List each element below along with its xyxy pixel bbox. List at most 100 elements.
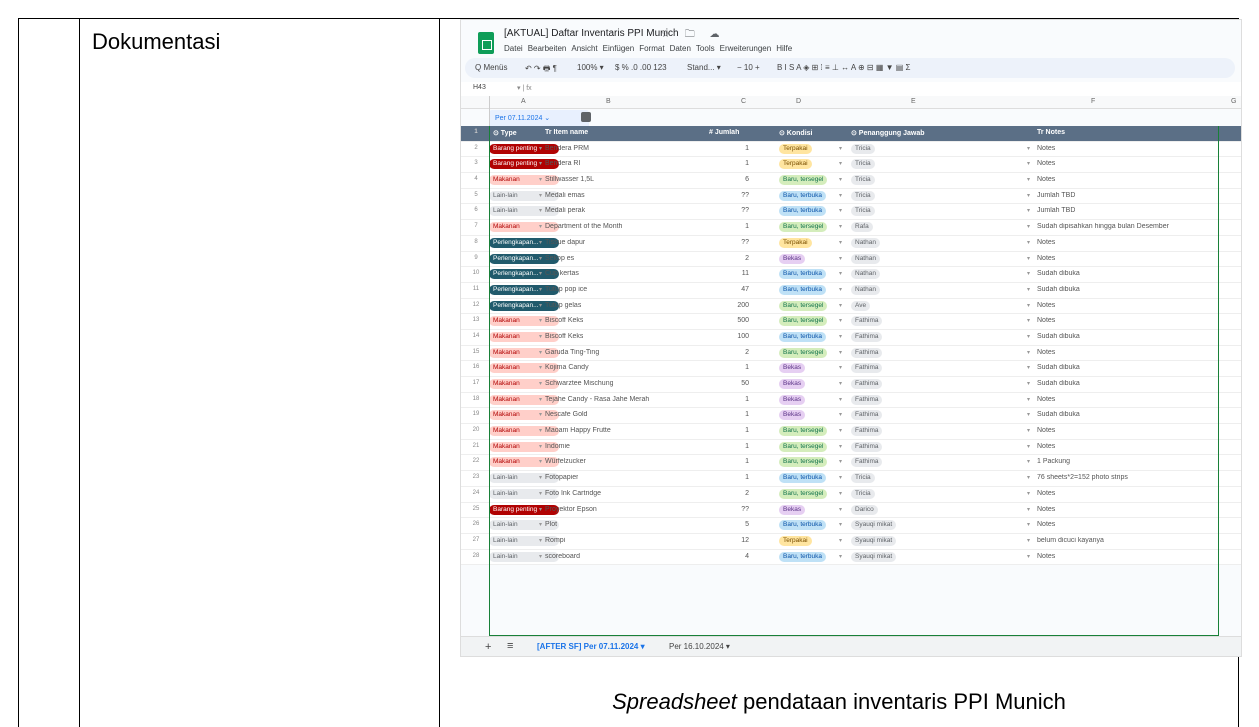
dropdown-arrow-icon: ▾ <box>1027 553 1031 560</box>
dropdown-arrow-icon: ▾ <box>839 506 843 513</box>
dropdown-arrow-icon: ▾ <box>1027 459 1031 466</box>
dropdown-arrow-icon: ▾ <box>839 428 843 435</box>
dropdown-arrow-icon: ▾ <box>839 208 843 215</box>
row-number: 21 <box>472 442 480 449</box>
pj-chip: Fathima <box>851 394 883 405</box>
pj-chip: Syauqi mikat <box>851 535 897 546</box>
pj-chip: Nathan <box>851 237 880 248</box>
dropdown-arrow-icon: ▾ <box>839 318 843 325</box>
pj-chip: Fathima <box>851 457 883 468</box>
dropdown-arrow-icon: ▾ <box>539 208 543 215</box>
jumlah: 1 <box>745 223 749 231</box>
sheet-tab-bar: + ≡ [AFTER SF] Per 07.11.2024 ▾ Per 16.1… <box>461 636 1241 656</box>
column-letters: A B C D E F G <box>461 96 1241 109</box>
table-row: 8 Perlengkapan... ▾ Tissue dapur?? Terpakai ▾… <box>461 235 1241 252</box>
kondisi-chip: Terpakai <box>779 535 812 546</box>
dropdown-arrow-icon: ▾ <box>839 537 843 544</box>
table-row: 22 Makanan ▾ Würfelzucker 1 Baru, tersegel ▾ Fa… <box>461 455 1241 472</box>
jumlah: ?? <box>741 207 749 215</box>
dropdown-arrow-icon: ▾ <box>539 459 543 466</box>
jumlah: 1 <box>745 395 749 403</box>
dropdown-arrow-icon: ▾ <box>1027 239 1031 246</box>
dropdown-arrow-icon: ▾ <box>1027 271 1031 278</box>
menu-item: Ansicht <box>571 44 598 53</box>
item-name: Kojima Candy <box>545 364 589 372</box>
table-name-chip: Per 07.11.2024 ⌄ <box>489 110 589 126</box>
dropdown-arrow-icon: ▾ <box>839 255 843 262</box>
table-row: 20 Makanan ▾ Maoam Happy Frutte 1 Baru, terse… <box>461 424 1241 440</box>
row-number: 11 <box>472 285 480 292</box>
dropdown-arrow-icon: ▾ <box>839 443 843 450</box>
dropdown-arrow-icon: ▾ <box>539 255 543 262</box>
pj-chip: Tricia <box>851 488 875 499</box>
notes: Jumlah TBD <box>1037 207 1076 215</box>
row-number: 24 <box>472 489 480 496</box>
jumlah: 2 <box>745 348 749 356</box>
row-number: 22 <box>472 458 480 465</box>
kondisi-chip: Baru, tersegel <box>779 488 828 499</box>
notes: Sudah dibuka <box>1037 364 1080 372</box>
dropdown-arrow-icon: ▾ <box>539 302 543 309</box>
row-number: 23 <box>472 474 480 481</box>
dropdown-arrow-icon: ▾ <box>839 333 843 340</box>
dropdown-arrow-icon: ▾ <box>539 506 543 513</box>
dropdown-arrow-icon: ▾ <box>1027 255 1031 262</box>
row-number: 20 <box>472 427 480 434</box>
notes: Sudah dibuka <box>1037 285 1080 293</box>
jumlah: ?? <box>741 505 749 513</box>
menu-item: Format <box>639 44 665 53</box>
column-letter: F <box>1091 98 1096 105</box>
dropdown-arrow-icon: ▾ <box>539 490 543 497</box>
pj-chip: Fathima <box>851 410 883 421</box>
content-column: [AKTUAL] Daftar Inventaris PPI Munich ☆ … <box>440 19 1242 727</box>
caption-italic: Spreadsheet <box>612 689 737 714</box>
menu-item: Bearbeiten <box>527 44 567 53</box>
pj-chip: Fathima <box>851 331 883 342</box>
item-name: Cup kertas <box>545 270 579 278</box>
dropdown-arrow-icon: ▾ <box>1027 318 1031 325</box>
item-name: Bendera PRM <box>545 144 589 152</box>
row-number: 13 <box>472 317 480 324</box>
row-number: 17 <box>472 380 480 386</box>
dropdown-arrow-icon: ▾ <box>1027 443 1031 450</box>
item-name: Bendera RI <box>545 160 581 168</box>
item-name: Plot <box>545 521 558 529</box>
kondisi-chip: Terpakai <box>779 159 812 170</box>
menu-item: Einfügen <box>602 44 635 53</box>
table-row: 10 Perlengkapan... ▾ Cup kertas 11 Baru, terb… <box>461 267 1241 283</box>
kondisi-chip: Baru, terbuka <box>779 331 827 342</box>
dropdown-arrow-icon: ▾ <box>539 537 543 544</box>
item-name: Nescafe Gold <box>545 411 588 419</box>
toolbar: Q Menüs ↶ ↷ 🖶 ¶ 100% ▾ $ % .0 .00 123 St… <box>465 58 1235 78</box>
pj-chip: Fathima <box>851 363 883 374</box>
dropdown-arrow-icon: ▾ <box>1027 506 1031 513</box>
notes: Notes <box>1037 395 1056 403</box>
notes: Sudah dipisahkan hingga bulan Desember <box>1037 223 1169 231</box>
dropdown-arrow-icon: ▾ <box>539 271 543 278</box>
row-number: 12 <box>472 301 480 308</box>
dropdown-arrow-icon: ▾ <box>839 396 843 403</box>
column-letter: E <box>911 98 916 105</box>
row-number: 19 <box>472 411 480 418</box>
jumlah: 11 <box>741 270 749 278</box>
notes: Sudah dibuka <box>1037 411 1080 419</box>
row-number: 10 <box>472 270 480 277</box>
dropdown-arrow-icon: ▾ <box>539 239 543 246</box>
star-folder-cloud-icon: ☆ 🗀 ☁ <box>661 29 726 40</box>
sheet-tab-active: [AFTER SF] Per 07.11.2024 ▾ <box>537 642 645 651</box>
dropdown-arrow-icon: ▾ <box>1027 302 1031 309</box>
document-table: Dokumentasi [AKTUAL] Daftar Inventaris P… <box>18 18 1242 727</box>
dropdown-arrow-icon: ▾ <box>539 192 543 199</box>
kondisi-chip: Baru, terbuka <box>779 269 827 280</box>
kondisi-chip: Baru, terbuka <box>779 473 827 484</box>
table-row: 24 Lain-lain ▾ Foto Ink Cartridge 2 Baru, ter… <box>461 486 1241 503</box>
pj-chip: Tricia <box>851 143 875 154</box>
dropdown-arrow-icon: ▾ <box>539 522 543 529</box>
item-name: Biscoff Keks <box>545 332 584 340</box>
kondisi-chip: Bekas <box>779 379 806 389</box>
dropdown-arrow-icon: ▾ <box>839 192 843 199</box>
notes: Notes <box>1037 144 1056 152</box>
kondisi-chip: Bekas <box>779 410 806 421</box>
table-row: 6 Lain-lain ▾ Medali perak?? Baru, terbuka ▾ T… <box>461 204 1241 221</box>
jumlah: 1 <box>745 474 749 482</box>
